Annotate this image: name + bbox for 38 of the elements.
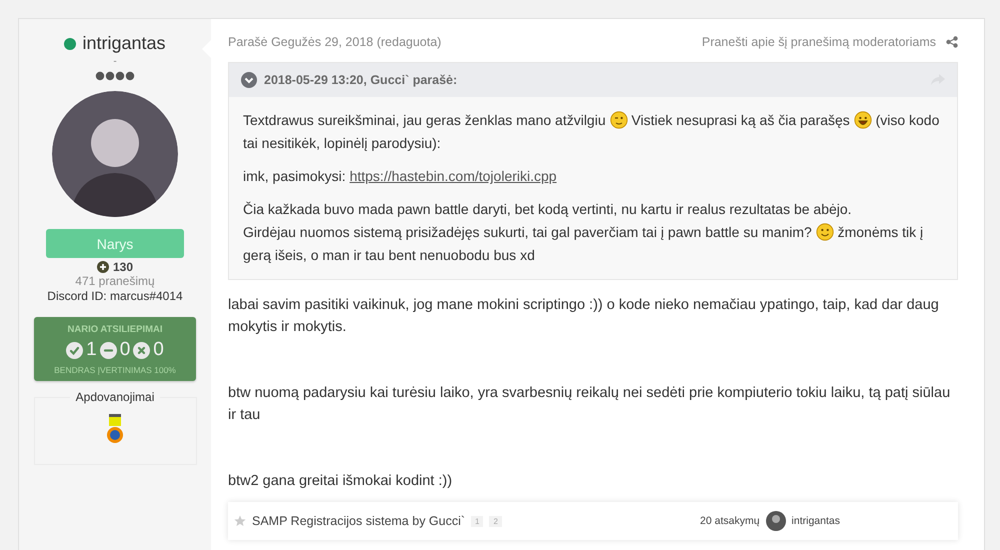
topic-title[interactable]: SAMP Registracijos sistema by Gucci` — [252, 514, 466, 528]
plus-icon — [96, 261, 109, 273]
cross-icon — [133, 342, 150, 358]
post-paragraph: labai savim pasitiki vaikinuk, jog mane mokini scriptingo :)) o kode nieko nemačiau ypatingo, taip, kad dar daug mokytis ir mokytis. — [228, 296, 940, 337]
share-icon[interactable] — [946, 36, 958, 48]
member-title: - — [113, 56, 117, 67]
quote-paragraph: imk, pasimokysi: https://hastebin.com/tojoleriki.cpp — [243, 167, 558, 186]
star-icon[interactable] — [234, 515, 246, 527]
post-count: 471 pranešimų — [75, 274, 155, 288]
link[interactable]: https://hastebin.com/tojoleriki.cpp — [350, 168, 557, 184]
quote-header: 2018-05-29 13:20, Gucci` parašė: — [264, 73, 458, 87]
neutral-count: 0 — [120, 339, 130, 361]
medal-icon — [106, 414, 124, 444]
feedback-title: NARIO ATSILIEPIMAI — [68, 324, 162, 335]
post-paragraph: btw2 gana greitai išmokai kodint :)) — [228, 472, 454, 491]
quote-paragraph: Textdrawus sureikšminai, jau geras ženklas mano atžvilgiu Vistiek nesuprasi ką aš čia parašęs (viso kodo tai nesitikėk, lopinėlį parodysiu): — [243, 110, 940, 153]
member-group-badge: Narys — [46, 229, 184, 258]
emoji-icon — [854, 111, 872, 129]
avatar — [766, 511, 786, 531]
emoji-icon — [816, 223, 834, 241]
reputation: 130 — [96, 260, 134, 274]
post-date: Parašė Gegužės 29, 2018 (redaguota) — [228, 35, 442, 49]
overall-rating: BENDRAS ĮVERTINIMAS 100% — [54, 365, 176, 375]
rank-pips-icon — [95, 71, 135, 81]
minus-icon — [100, 342, 117, 358]
emoji-icon — [610, 111, 628, 129]
discord-id: Discord ID: marcus#4014 — [47, 289, 183, 303]
positive-count: 1 — [86, 339, 97, 361]
check-icon — [66, 342, 84, 358]
post-paragraph: btw nuomą padarysiu kai turėsiu laiko, yra svarbesnių reikalų nei sedėti prie kompiuterio tokiu laiku, tą patį siūlau ir tau — [228, 384, 952, 425]
author-name[interactable]: intrigantas — [82, 33, 166, 54]
reply-count: 20 atsakymų — [700, 515, 760, 527]
last-poster[interactable]: intrigantas — [792, 515, 840, 527]
negative-count: 0 — [153, 339, 164, 361]
quote-paragraph: Čia kažkada buvo mada pawn battle daryti, bet kodą vertinti, nu kartu ir realus rezultatas be abėjo. Girdėjau nuomos sistemą prisižadėjęs sukurti, tai gal paverčiam tai į pawn battle su manim? žmonėms tik į gerą išeis, o man ir tau bent nenuobodu bus xd — [243, 200, 924, 265]
related-topic-row[interactable]: SAMP Registracijos sistema by Gucci` 1 2 20 atsakymų intrigantas — [228, 502, 958, 540]
awards-title: Apdovanojimai — [70, 390, 160, 404]
collapse-toggle-icon[interactable] — [241, 72, 257, 88]
